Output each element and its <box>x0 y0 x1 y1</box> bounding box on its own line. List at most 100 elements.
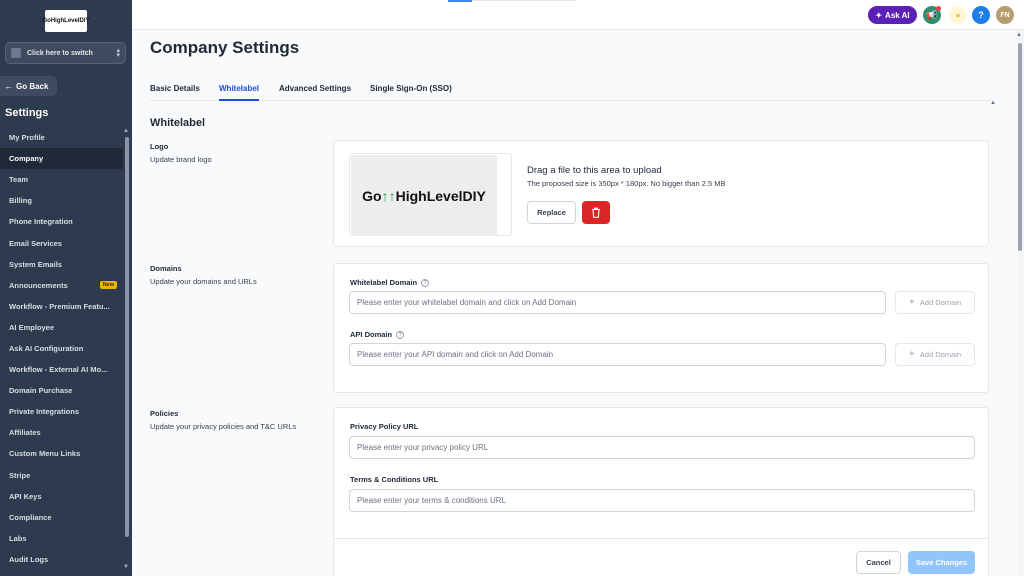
api-domain-label: API Domain? <box>350 330 405 340</box>
domains-card: Whitelabel Domain? + Add Domain API Doma… <box>333 263 989 393</box>
sidebar-item-affiliates[interactable]: Affiliates <box>0 422 123 443</box>
sparkle-icon: ✦ <box>875 10 883 20</box>
sidebar-item-compliance[interactable]: Compliance <box>0 507 123 528</box>
sidebar-item-company[interactable]: Company <box>0 148 123 170</box>
ask-ai-label: Ask AI <box>885 10 910 20</box>
sidebar-item-domain-purchase[interactable]: Domain Purchase <box>0 380 123 401</box>
tab-basic-details[interactable]: Basic Details <box>150 84 200 99</box>
sidebar-item-labs[interactable]: Labs <box>0 528 123 549</box>
logo-subheading: Update brand logo <box>150 155 212 164</box>
logo-image: Go↑↑HighLevelDIY <box>351 155 497 236</box>
megaphone-icon[interactable]: 📢 <box>923 6 941 24</box>
section-title: Whitelabel <box>150 117 206 129</box>
sidebar-scrollbar[interactable] <box>125 137 129 537</box>
tab-advanced-settings[interactable]: Advanced Settings <box>279 84 351 99</box>
logo-label-block: Logo Update brand logo <box>150 142 300 165</box>
scroll-up-arrow-icon[interactable]: ▲ <box>123 128 129 134</box>
settings-title: Settings <box>5 107 49 119</box>
main-scrollbar[interactable] <box>1018 43 1022 251</box>
privacy-policy-label: Privacy Policy URL <box>350 422 419 431</box>
api-domain-input[interactable] <box>349 343 886 366</box>
chevron-updown-icon: ▴ ▾ <box>116 47 120 59</box>
sidebar-item-workflow-premium[interactable]: Workflow - Premium Featu... <box>0 296 123 317</box>
top-bar: ✦ Ask AI 📢 ● ? FN <box>132 0 1024 30</box>
loading-track <box>472 0 576 1</box>
privacy-policy-input[interactable] <box>349 436 975 459</box>
scroll-up-arrow-icon[interactable]: ▲ <box>1016 32 1022 38</box>
account-switcher-label: Click here to switch <box>27 49 93 57</box>
tab-sso[interactable]: Single Sign-On (SSO) <box>370 84 452 99</box>
whitelabel-domain-input[interactable] <box>349 291 886 314</box>
plus-icon: + <box>908 297 915 308</box>
arrows-up-icon: ↑↑ <box>381 187 396 204</box>
policies-heading: Policies <box>150 409 179 418</box>
settings-tabs: Basic Details Whitelabel Advanced Settin… <box>150 82 992 101</box>
sidebar-item-team[interactable]: Team <box>0 169 123 190</box>
sidebar-item-audit-logs[interactable]: Audit Logs <box>0 549 123 570</box>
logo-card: Go↑↑HighLevelDIY Drag a file to this are… <box>333 140 989 247</box>
notification-dot <box>936 6 941 11</box>
add-domain-label: Add Domain <box>919 298 962 307</box>
scroll-down-arrow-icon[interactable]: ▼ <box>123 564 129 570</box>
policies-subheading: Update your privacy policies and T&C URL… <box>150 422 297 431</box>
policies-label-block: Policies Update your privacy policies an… <box>150 409 300 432</box>
sidebar-item-private-integrations[interactable]: Private Integrations <box>0 401 123 422</box>
sidebar-item-label: Announcements <box>9 280 68 290</box>
add-api-domain-button[interactable]: + Add Domain <box>895 343 975 366</box>
main-content: Company Settings Basic Details Whitelabe… <box>132 30 1018 576</box>
domains-subheading: Update your domains and URLs <box>150 277 257 286</box>
terms-label: Terms & Conditions URL <box>350 475 439 484</box>
sidebar-item-stripe[interactable]: Stripe <box>0 465 123 486</box>
page-title: Company Settings <box>150 38 300 57</box>
sidebar-item-ask-ai-configuration[interactable]: Ask AI Configuration <box>0 338 123 359</box>
brand-logo[interactable]: GoHighLevelDIY <box>42 10 90 32</box>
api-domain-label-text: API Domain <box>350 330 393 339</box>
avatar[interactable]: FN <box>996 6 1014 24</box>
add-whitelabel-domain-button[interactable]: + Add Domain <box>895 291 975 314</box>
sidebar-item-workflow-external-ai[interactable]: Workflow - External AI Mo... <box>0 359 123 380</box>
terms-input[interactable] <box>349 489 975 512</box>
info-icon[interactable]: ? <box>421 279 430 288</box>
upload-title[interactable]: Drag a file to this area to upload <box>527 165 662 176</box>
sidebar-item-email-services[interactable]: Email Services <box>0 232 123 253</box>
loading-bar <box>448 0 472 2</box>
collapse-caret-icon[interactable]: ▲ <box>990 100 996 106</box>
sidebar-item-api-keys[interactable]: API Keys <box>0 486 123 507</box>
tab-whitelabel[interactable]: Whitelabel <box>219 84 260 101</box>
ask-ai-button[interactable]: ✦ Ask AI <box>868 6 917 24</box>
megaphone-glyph: 📢 <box>926 9 938 20</box>
sidebar-item-my-profile[interactable]: My Profile <box>0 127 123 148</box>
sidebar-item-system-emails[interactable]: System Emails <box>0 254 123 275</box>
sidebar-item-announcements[interactable]: Announcements New <box>0 275 123 296</box>
sun-icon[interactable]: ● <box>949 6 967 24</box>
logo-preview: Go↑↑HighLevelDIY <box>349 153 512 236</box>
building-icon <box>11 48 21 58</box>
domains-heading: Domains <box>150 264 182 273</box>
domains-label-block: Domains Update your domains and URLs <box>150 264 300 287</box>
logo-text-go: Go <box>362 187 382 204</box>
save-changes-button[interactable]: Save Changes <box>908 551 975 574</box>
trash-icon <box>592 207 600 218</box>
sidebar: GoHighLevelDIY Click here to switch ▴ ▾ ←… <box>0 0 132 576</box>
sidebar-item-ai-employee[interactable]: AI Employee <box>0 317 123 338</box>
delete-button[interactable] <box>582 201 610 224</box>
info-icon[interactable]: ? <box>396 331 405 340</box>
settings-menu: My Profile Company Team Billing Phone In… <box>0 127 123 570</box>
go-back-button[interactable]: ← Go Back <box>0 76 57 96</box>
whitelabel-domain-label: Whitelabel Domain? <box>350 278 430 288</box>
account-switcher[interactable]: Click here to switch ▴ ▾ <box>5 42 126 64</box>
brand-logo-text: GoHighLevelDIY <box>42 18 90 24</box>
whitelabel-domain-label-text: Whitelabel Domain <box>350 278 418 287</box>
sidebar-item-phone-integration[interactable]: Phone Integration <box>0 211 123 232</box>
logo-image-text: Go↑↑HighLevelDIY <box>362 188 486 204</box>
arrow-left-icon: ← <box>4 81 13 91</box>
replace-button[interactable]: Replace <box>527 201 576 224</box>
go-back-label: Go Back <box>16 81 49 91</box>
logo-heading: Logo <box>150 142 169 151</box>
help-icon[interactable]: ? <box>972 6 990 24</box>
new-badge: New <box>99 280 117 289</box>
cancel-button[interactable]: Cancel <box>856 551 901 574</box>
sidebar-item-billing[interactable]: Billing <box>0 190 123 211</box>
add-domain-label: Add Domain <box>919 350 962 359</box>
sidebar-item-custom-menu-links[interactable]: Custom Menu Links <box>0 443 123 464</box>
